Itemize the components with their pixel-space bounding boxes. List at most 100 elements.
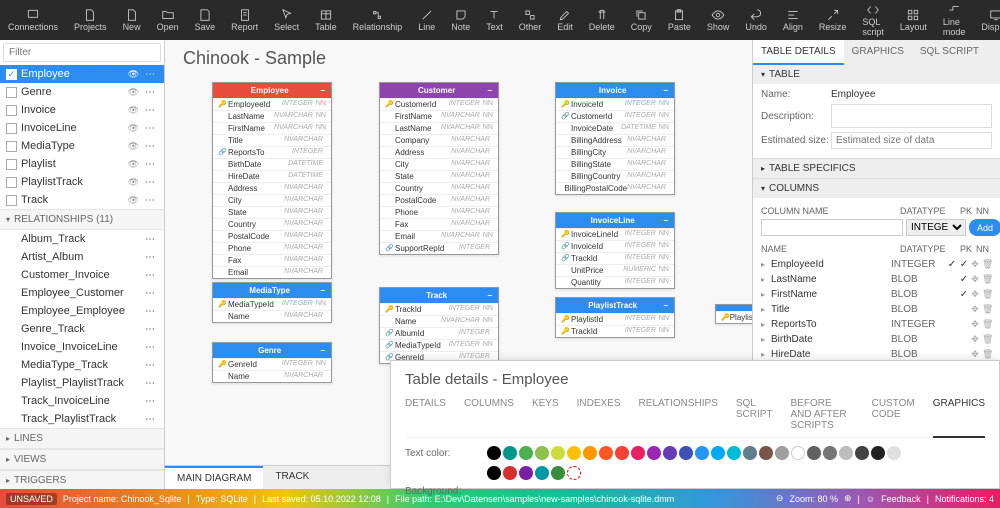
align-button[interactable]: Align [775, 0, 811, 40]
move-icon[interactable]: ✥ [970, 259, 980, 270]
save-button[interactable]: Save [187, 0, 224, 40]
minimize-icon[interactable]: − [320, 346, 325, 355]
section-relationships[interactable]: ▾RELATIONSHIPS (11) [0, 209, 164, 230]
erd-table-employee[interactable]: Employee−🔑EmployeeIdINTEGERNNLastNameNVA… [212, 82, 332, 279]
checkbox-icon[interactable] [6, 195, 17, 206]
section-table[interactable]: ▾TABLE [753, 65, 1000, 84]
more-icon[interactable]: ⋯ [142, 123, 158, 134]
color-swatch[interactable] [551, 466, 565, 480]
select-button[interactable]: Select [266, 0, 307, 40]
delete-icon[interactable]: 🗑 [982, 259, 992, 270]
more-icon[interactable]: ⋯ [142, 105, 158, 116]
eye-icon[interactable]: 👁 [128, 177, 139, 188]
color-swatch[interactable] [855, 446, 869, 460]
delete-icon[interactable]: 🗑 [982, 319, 992, 330]
erd-table-invoiceline[interactable]: InvoiceLine−🔑InvoiceLineIdINTEGERNN🔗Invo… [555, 212, 675, 289]
color-swatch[interactable] [791, 446, 805, 460]
more-icon[interactable]: ⋯ [142, 69, 158, 80]
color-swatch[interactable] [695, 446, 709, 460]
minimize-icon[interactable]: − [320, 286, 325, 295]
more-icon[interactable]: ⋯ [142, 360, 158, 371]
detail-tab-before-and-after-scripts[interactable]: BEFORE AND AFTER SCRIPTS [791, 398, 854, 431]
color-swatch[interactable] [519, 466, 533, 480]
color-swatch[interactable] [615, 446, 629, 460]
erd-table-mediatype[interactable]: MediaType−🔑MediaTypeIdINTEGERNNNameNVARC… [212, 282, 332, 323]
color-swatch[interactable] [759, 446, 773, 460]
section-columns[interactable]: ▾COLUMNS [753, 179, 1000, 198]
move-icon[interactable]: ✥ [970, 319, 980, 330]
resize-button[interactable]: Resize [811, 0, 855, 40]
erd-table-playlisttrack[interactable]: PlaylistTrack−🔑PlaylistIdINTEGERNN🔑Track… [555, 297, 675, 338]
show-button[interactable]: Show [699, 0, 738, 40]
rel-item[interactable]: Invoice_InvoiceLine⋯ [0, 338, 164, 356]
minimize-icon[interactable]: − [663, 301, 668, 310]
new-button[interactable]: New [115, 0, 149, 40]
more-icon[interactable]: ⋯ [142, 141, 158, 152]
eye-icon[interactable]: 👁 [128, 159, 139, 170]
color-swatch[interactable] [743, 446, 757, 460]
column-row[interactable]: ▸BirthDateBLOB✥🗑 [761, 332, 992, 347]
more-icon[interactable]: ⋯ [142, 195, 158, 206]
eye-icon[interactable]: 👁 [128, 123, 139, 134]
checkbox-icon[interactable] [6, 159, 17, 170]
checkbox-icon[interactable] [6, 177, 17, 188]
move-icon[interactable]: ✥ [970, 304, 980, 315]
delete-button[interactable]: Delete [581, 0, 623, 40]
tab-track[interactable]: TRACK [263, 466, 321, 489]
detail-tab-details[interactable]: DETAILS [405, 398, 446, 431]
linemode-button[interactable]: Line mode [935, 0, 974, 40]
rtab-graphics[interactable]: GRAPHICS [844, 40, 912, 65]
column-row[interactable]: ▸TitleBLOB✥🗑 [761, 302, 992, 317]
new-col-type[interactable]: INTEGER [906, 219, 966, 236]
move-icon[interactable]: ✥ [970, 289, 980, 300]
eye-icon[interactable]: 👁 [128, 195, 139, 206]
table-button[interactable]: Table [307, 0, 345, 40]
move-icon[interactable]: ✥ [970, 274, 980, 285]
delete-icon[interactable]: 🗑 [982, 334, 992, 345]
note-button[interactable]: Note [443, 0, 478, 40]
checkbox-icon[interactable] [6, 123, 17, 134]
section-specifics[interactable]: ▸TABLE SPECIFICS [753, 159, 1000, 178]
more-icon[interactable]: ⋯ [142, 306, 158, 317]
move-icon[interactable]: ✥ [970, 349, 980, 360]
color-swatch[interactable] [583, 446, 597, 460]
more-icon[interactable]: ⋯ [142, 159, 158, 170]
delete-icon[interactable]: 🗑 [982, 274, 992, 285]
rel-item[interactable]: Customer_Invoice⋯ [0, 266, 164, 284]
minimize-icon[interactable]: − [487, 86, 492, 95]
more-icon[interactable]: ⋯ [142, 414, 158, 425]
more-icon[interactable]: ⋯ [142, 342, 158, 353]
checkbox-icon[interactable] [6, 141, 17, 152]
rtab-table-details[interactable]: TABLE DETAILS [753, 40, 844, 65]
minimize-icon[interactable]: − [663, 216, 668, 225]
line-button[interactable]: Line [410, 0, 443, 40]
add-column-button[interactable]: Add [969, 219, 1000, 236]
rel-item[interactable]: Track_InvoiceLine⋯ [0, 392, 164, 410]
rel-item[interactable]: Artist_Album⋯ [0, 248, 164, 266]
detail-tab-sql-script[interactable]: SQL SCRIPT [736, 398, 773, 431]
more-icon[interactable]: ⋯ [142, 234, 158, 245]
more-icon[interactable]: ⋯ [142, 288, 158, 299]
checkbox-icon[interactable] [6, 87, 17, 98]
column-row[interactable]: ▸LastNameBLOB✓✥🗑 [761, 272, 992, 287]
relationship-button[interactable]: Relationship [345, 0, 411, 40]
table-item-invoice[interactable]: Invoice👁⋯ [0, 101, 164, 119]
color-swatch[interactable] [535, 466, 549, 480]
rel-item[interactable]: Playlist_PlaylistTrack⋯ [0, 374, 164, 392]
detail-tab-keys[interactable]: KEYS [532, 398, 559, 431]
delete-icon[interactable]: 🗑 [982, 304, 992, 315]
color-swatch[interactable] [823, 446, 837, 460]
color-swatch[interactable] [839, 446, 853, 460]
color-swatch[interactable] [599, 446, 613, 460]
layout-button[interactable]: Layout [892, 0, 935, 40]
column-row[interactable]: ▸ReportsToINTEGER✥🗑 [761, 317, 992, 332]
color-swatch[interactable] [679, 446, 693, 460]
table-item-playlisttrack[interactable]: PlaylistTrack👁⋯ [0, 173, 164, 191]
sqlscript-button[interactable]: SQL script [854, 0, 892, 40]
color-swatch[interactable] [567, 446, 581, 460]
detail-tab-columns[interactable]: COLUMNS [464, 398, 514, 431]
erd-table-playlist[interactable]: 🔑Playlis [715, 304, 752, 324]
more-icon[interactable]: ⋯ [142, 396, 158, 407]
other-button[interactable]: Other [511, 0, 550, 40]
erd-table-invoice[interactable]: Invoice−🔑InvoiceIdINTEGERNN🔗CustomerIdIN… [555, 82, 675, 195]
